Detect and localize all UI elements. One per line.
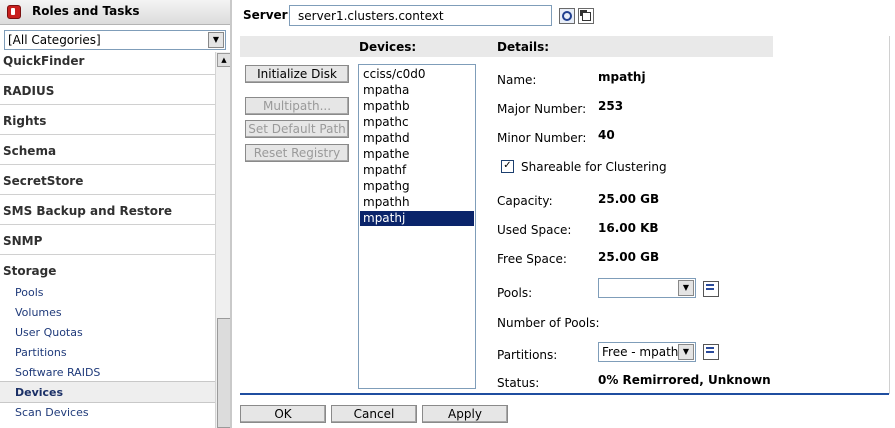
devices-listbox[interactable]: cciss/c0d0 mpatha mpathb mpathc mpathd m…: [358, 64, 476, 389]
footer-divider: [240, 393, 889, 395]
device-item[interactable]: mpathd: [360, 131, 474, 146]
nav-divider: [0, 194, 215, 195]
device-item[interactable]: mpathc: [360, 115, 474, 130]
used-space-value: 16.00 KB: [598, 221, 659, 235]
name-value: mpathj: [598, 70, 646, 84]
panel-splitter[interactable]: [230, 0, 232, 428]
panel-header[interactable]: Roles and Tasks: [0, 0, 231, 25]
pool-properties-icon[interactable]: [703, 281, 719, 297]
panel-title: Roles and Tasks: [32, 4, 140, 18]
partitions-select-value: Free - mpathj: [602, 345, 682, 359]
nav-divider: [0, 134, 215, 135]
nav-category-quickfinder[interactable]: QuickFinder: [3, 54, 84, 68]
free-space-value: 25.00 GB: [598, 250, 660, 264]
roles-tasks-icon: [7, 5, 21, 19]
server-history-icon[interactable]: [578, 8, 594, 24]
device-item[interactable]: mpathh: [360, 195, 474, 210]
nav-divider: [0, 74, 215, 75]
initialize-disk-button[interactable]: Initialize Disk: [245, 65, 349, 83]
nav-category-secretstore[interactable]: SecretStore: [3, 174, 83, 188]
chevron-down-icon[interactable]: ▼: [678, 344, 694, 360]
device-item-selected[interactable]: mpathj: [360, 211, 474, 226]
pools-label: Pools:: [497, 286, 533, 300]
nav-category-snmp[interactable]: SNMP: [3, 234, 42, 248]
name-label: Name:: [497, 73, 537, 87]
nav-item-volumes[interactable]: Volumes: [15, 306, 62, 319]
nav-divider: [0, 224, 215, 225]
major-number-value: 253: [598, 99, 624, 113]
device-item[interactable]: mpatha: [360, 83, 474, 98]
devices-heading: Devices:: [359, 40, 417, 54]
cancel-button[interactable]: Cancel: [331, 405, 417, 423]
nav-category-radius[interactable]: RADIUS: [3, 84, 54, 98]
chevron-down-icon[interactable]: ▼: [678, 280, 694, 296]
capacity-label: Capacity:: [497, 194, 553, 208]
minor-number-label: Minor Number:: [497, 131, 587, 145]
device-item[interactable]: mpathb: [360, 99, 474, 114]
pools-select[interactable]: ▼: [598, 278, 696, 298]
status-value: 0% Remirrored, Unknown: [598, 373, 771, 387]
device-item[interactable]: mpathg: [360, 179, 474, 194]
nav-item-pools[interactable]: Pools: [15, 286, 44, 299]
nav-divider: [0, 254, 215, 255]
right-border: [889, 36, 890, 394]
nav-item-devices[interactable]: Devices: [15, 386, 63, 399]
nav-scrollbar[interactable]: ▲: [215, 52, 231, 428]
partitions-label: Partitions:: [497, 348, 558, 362]
used-space-label: Used Space:: [497, 223, 572, 237]
ok-button[interactable]: OK: [240, 405, 326, 423]
reset-registry-button[interactable]: Reset Registry: [245, 144, 349, 162]
nav-divider: [0, 164, 215, 165]
scroll-up-icon[interactable]: ▲: [217, 53, 231, 67]
nav-item-partitions[interactable]: Partitions: [15, 346, 67, 359]
partitions-select[interactable]: Free - mpathj ▼: [598, 342, 696, 362]
capacity-value: 25.00 GB: [598, 192, 660, 206]
minor-number-value: 40: [598, 128, 615, 142]
nav-category-schema[interactable]: Schema: [3, 144, 56, 158]
nav-divider: [0, 104, 215, 105]
shareable-checkbox[interactable]: ✓: [501, 160, 514, 173]
category-select[interactable]: [All Categories] ▼: [4, 30, 226, 50]
nav-category-rights[interactable]: Rights: [3, 114, 46, 128]
device-item[interactable]: mpathf: [360, 163, 474, 178]
details-heading: Details:: [497, 40, 550, 54]
chevron-down-icon[interactable]: ▼: [208, 32, 224, 48]
nav-item-scan-devices[interactable]: Scan Devices: [15, 406, 89, 419]
server-value: server1.clusters.context: [298, 9, 444, 23]
set-default-path-button[interactable]: Set Default Path: [245, 120, 349, 138]
major-number-label: Major Number:: [497, 102, 587, 116]
server-label: Server:: [243, 8, 293, 22]
nav-category-sms-backup[interactable]: SMS Backup and Restore: [3, 204, 172, 218]
nav-item-user-quotas[interactable]: User Quotas: [15, 326, 83, 339]
status-label: Status:: [497, 376, 540, 390]
device-item[interactable]: cciss/c0d0: [360, 67, 474, 82]
partition-properties-icon[interactable]: [703, 344, 719, 360]
category-select-value: [All Categories]: [8, 33, 101, 47]
scroll-thumb[interactable]: [217, 318, 231, 428]
roles-and-tasks-panel: Roles and Tasks [All Categories] ▼ Quick…: [0, 0, 231, 428]
nav-item-software-raids[interactable]: Software RAIDS: [15, 366, 100, 379]
multipath-button[interactable]: Multipath...: [245, 97, 349, 115]
number-of-pools-label: Number of Pools:: [497, 316, 600, 330]
object-browse-icon[interactable]: [559, 8, 575, 24]
nav-list: QuickFinder RADIUS Rights Schema SecretS…: [0, 52, 215, 428]
apply-button[interactable]: Apply: [422, 405, 508, 423]
shareable-label: Shareable for Clustering: [521, 160, 667, 174]
nav-category-storage[interactable]: Storage: [3, 264, 56, 278]
server-input[interactable]: server1.clusters.context: [289, 5, 552, 26]
free-space-label: Free Space:: [497, 252, 567, 266]
device-item[interactable]: mpathe: [360, 147, 474, 162]
